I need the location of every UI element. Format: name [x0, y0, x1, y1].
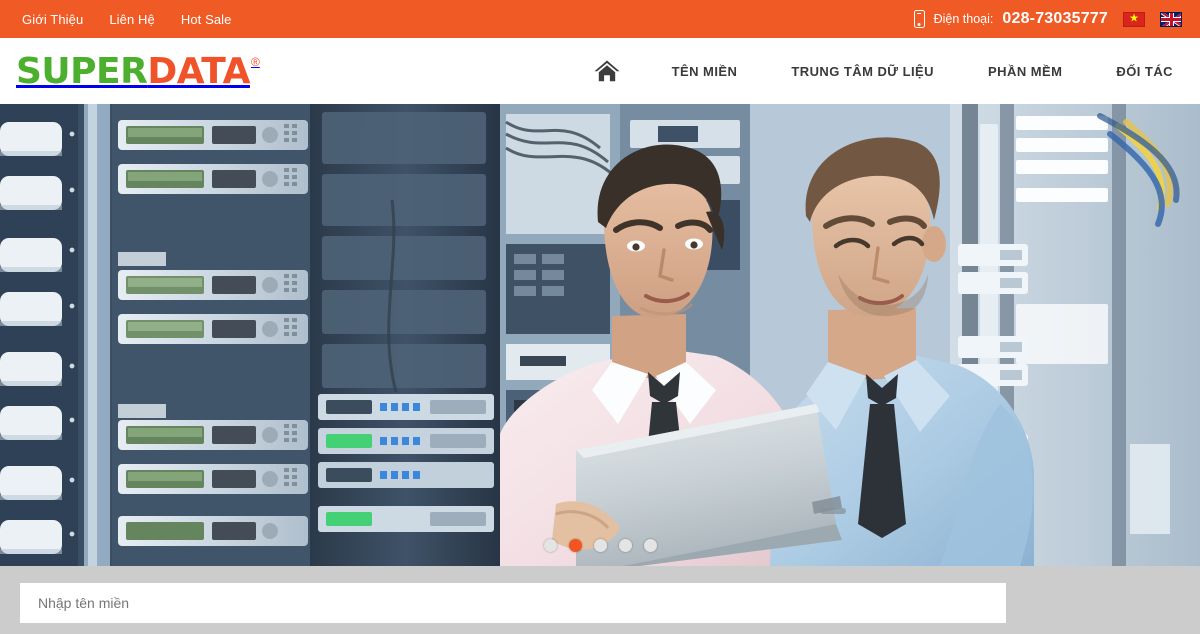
carousel-dot-1[interactable]: [543, 539, 557, 552]
nav-item-ten-mien[interactable]: TÊN MIỀN: [645, 65, 765, 78]
logo-text-data: DATA: [147, 51, 250, 92]
phone-label: Điện thoại:: [933, 12, 994, 26]
nav-item-home[interactable]: [569, 59, 645, 83]
hero-carousel[interactable]: [0, 104, 1200, 566]
home-icon: [593, 59, 621, 83]
logo-registered-mark: ®: [250, 55, 260, 69]
carousel-dot-2[interactable]: [568, 539, 582, 552]
uk-flag-cross-red-v: [1170, 12, 1174, 26]
nav-item-doi-tac[interactable]: ĐỐI TÁC: [1089, 65, 1200, 78]
carousel-dot-3[interactable]: [593, 539, 607, 552]
logo-text-super: SUPER: [16, 51, 148, 92]
flag-star-glyph: ★: [1129, 12, 1139, 25]
domain-search-input[interactable]: [20, 583, 1006, 623]
top-contact-group: Điện thoại: 028-73035777 ★: [913, 10, 1200, 28]
main-navigation: TÊN MIỀN TRUNG TÂM DỮ LIỆU PHẦN MỀM ĐỐI …: [569, 38, 1200, 104]
vietnam-flag-icon[interactable]: ★: [1123, 11, 1145, 27]
carousel-dot-5[interactable]: [643, 539, 657, 552]
top-link-gioi-thieu[interactable]: Giới Thiệu: [22, 13, 83, 26]
page-root: Giới Thiệu Liên Hệ Hot Sale Điện thoại: …: [0, 0, 1200, 634]
top-links-group: Giới Thiệu Liên Hệ Hot Sale: [0, 13, 232, 26]
nav-item-phan-mem[interactable]: PHẦN MỀM: [961, 65, 1089, 78]
top-link-lien-he[interactable]: Liên Hệ: [109, 13, 155, 26]
carousel-dots[interactable]: [0, 539, 1200, 552]
carousel-dot-4[interactable]: [618, 539, 632, 552]
uk-flag-icon[interactable]: [1160, 11, 1182, 27]
top-utility-bar: Giới Thiệu Liên Hệ Hot Sale Điện thoại: …: [0, 0, 1200, 38]
nav-item-trung-tam-du-lieu[interactable]: TRUNG TÂM DỮ LIỆU: [764, 65, 961, 78]
phone-number[interactable]: 028-73035777: [1002, 10, 1108, 28]
domain-search-band: KIỂM TRA: [0, 566, 1200, 634]
site-logo[interactable]: SUPERDATA ®: [16, 54, 260, 90]
mobile-phone-icon: [913, 10, 925, 28]
top-link-hot-sale[interactable]: Hot Sale: [181, 13, 232, 26]
site-header: SUPERDATA ® TÊN MIỀN TRUNG TÂM DỮ LIỆU P…: [0, 38, 1200, 104]
